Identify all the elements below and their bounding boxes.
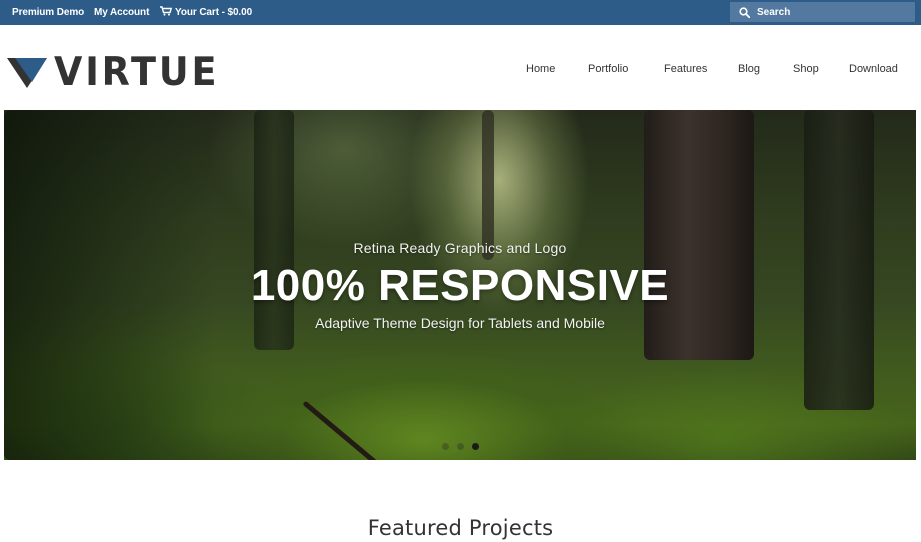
slider-dot[interactable] [441,443,449,450]
nav-item-home[interactable]: Home [526,62,555,76]
shopping-cart-icon [160,6,172,16]
site-header: VIRTUE Home Portfolio Features Blog Shop… [0,25,921,110]
nav-item-blog[interactable]: Blog [738,62,760,76]
nav-item-portfolio[interactable]: Portfolio [588,62,628,76]
slider-dot[interactable] [456,443,464,450]
cart-link[interactable]: Your Cart - $0.00 [160,0,252,25]
my-account-link[interactable]: My Account [94,0,149,25]
nav-item-features[interactable]: Features [664,62,707,76]
nav-item-shop[interactable]: Shop [793,62,819,76]
hero-kicker: Retina Ready Graphics and Logo [353,240,567,256]
slider-pagination [4,443,916,451]
featured-projects-title: Featured Projects [367,516,554,540]
top-bar: Premium Demo My Account Your Cart - $0.0… [0,0,921,25]
cart-label: Your Cart - $0.00 [175,7,253,18]
search-input[interactable] [757,2,907,22]
hero-subline: Adaptive Theme Design for Tablets and Mo… [315,315,605,331]
premium-demo-link[interactable]: Premium Demo [12,0,84,25]
nav-item-download[interactable]: Download [849,62,898,76]
slider-dot[interactable] [471,443,479,450]
hero-headline: 100% RESPONSIVE [250,261,670,310]
search-icon [739,6,750,18]
main-navigation: Home Portfolio Features Blog Shop Downlo… [0,62,921,78]
hero-slider[interactable]: Retina Ready Graphics and Logo 100% RESP… [4,110,916,460]
search-box[interactable] [730,2,915,22]
